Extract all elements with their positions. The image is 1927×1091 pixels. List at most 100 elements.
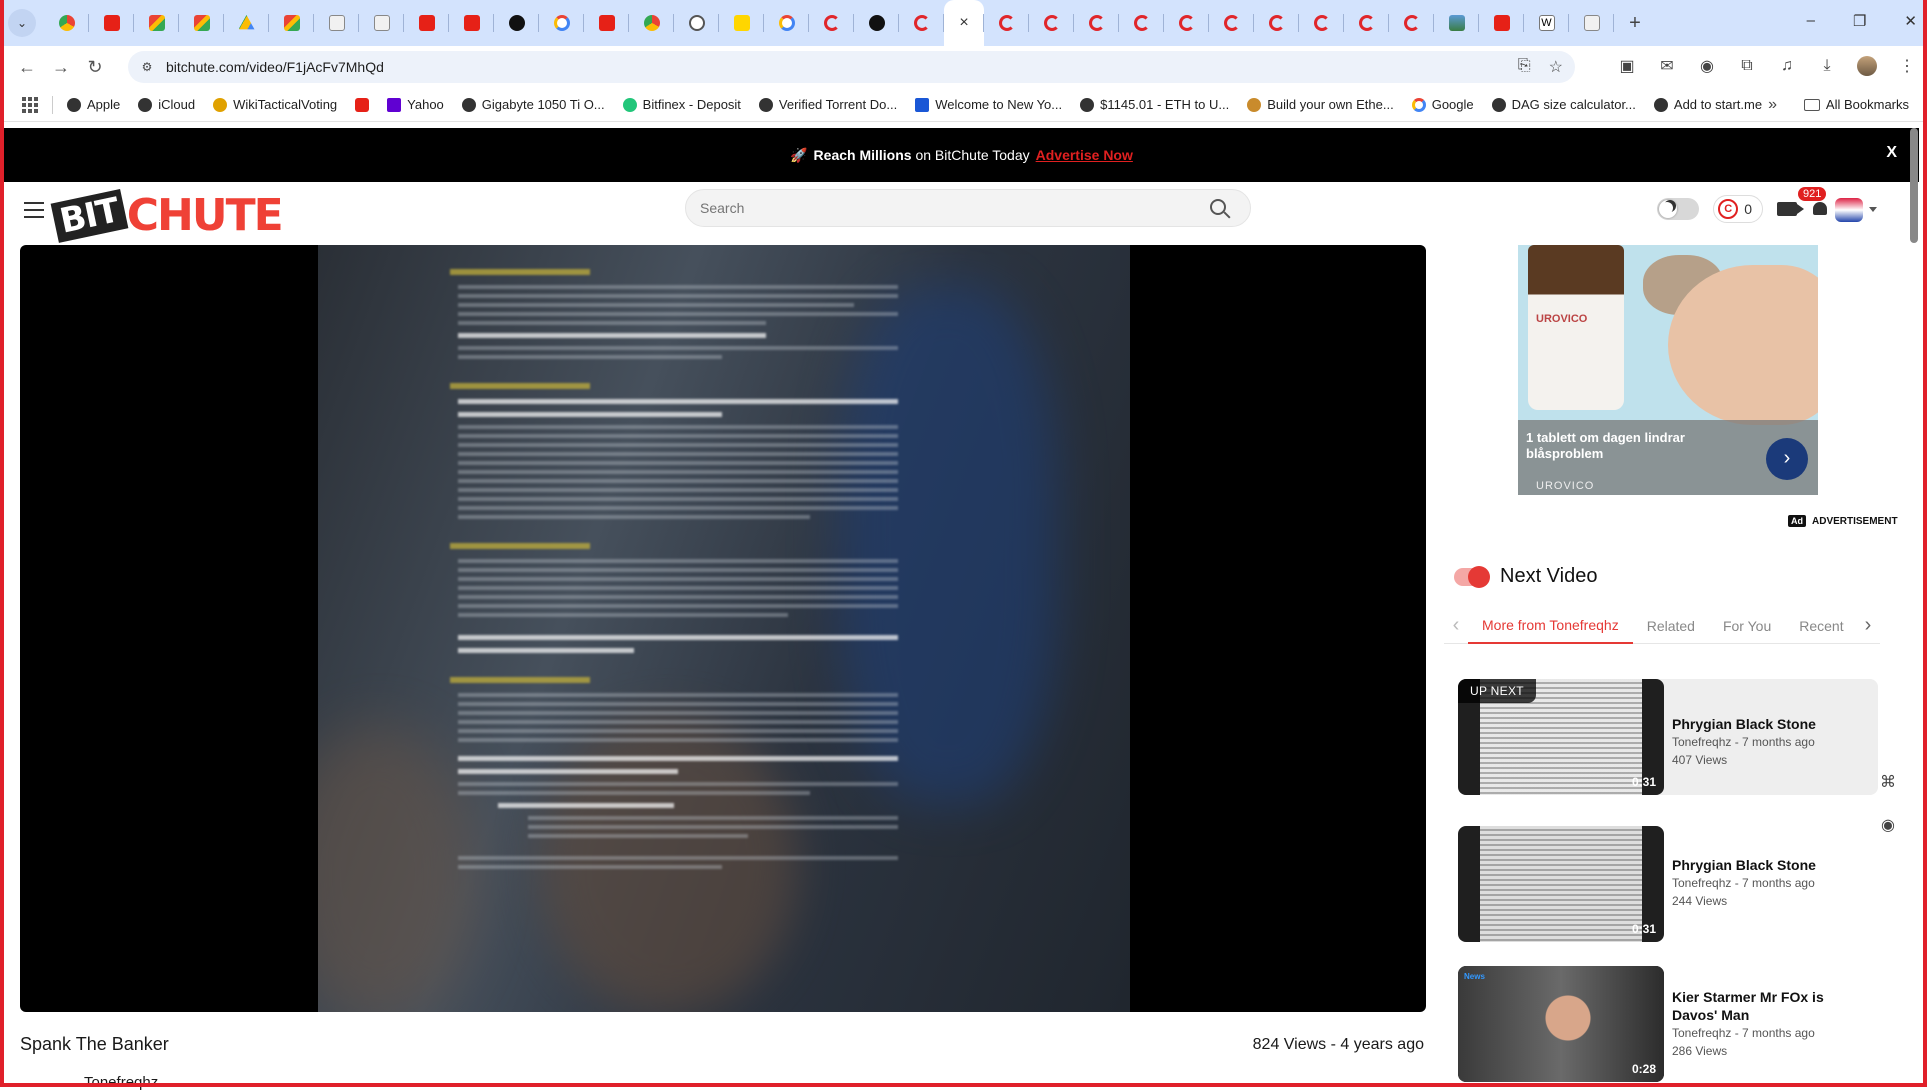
browser-tab[interactable] [449,0,494,46]
browser-tab[interactable] [984,0,1029,46]
browser-tab[interactable] [1254,0,1299,46]
close-icon[interactable]: × [959,14,968,32]
browser-tab[interactable] [494,0,539,46]
bookmark-item[interactable]: Google [1412,97,1474,112]
video-thumbnail[interactable]: UP NEXT 0:31 [1458,679,1664,795]
advertise-now-link[interactable]: Advertise Now [1036,147,1133,163]
bookmark-item[interactable]: iCloud [138,97,195,112]
restore-button[interactable]: ❐ [1853,12,1866,30]
browser-tab[interactable] [539,0,584,46]
notification-bell-icon[interactable] [1811,200,1829,218]
apps-grid-icon[interactable] [22,97,38,113]
browser-tab[interactable] [404,0,449,46]
media-control-icon[interactable]: ♫ [1777,56,1797,76]
puzzle-extensions-icon[interactable]: ⧉ [1737,56,1757,76]
browser-tab[interactable] [854,0,899,46]
browser-tab[interactable] [1074,0,1119,46]
copilot-icon[interactable]: ◉ [1697,56,1717,76]
video-card-title[interactable]: Phrygian Black Stone [1672,715,1872,733]
browser-tab-active[interactable]: × [944,0,984,46]
shortcut-icon[interactable]: ⌘ [1876,770,1900,794]
browser-tab[interactable] [1434,0,1479,46]
channel-name-link[interactable]: Tonefreqhz [84,1074,158,1091]
mail-extension-icon[interactable]: ✉ [1657,56,1677,76]
coins-counter[interactable]: C 0 [1713,195,1763,223]
copilot-float-icon[interactable]: ◉ [1876,813,1900,837]
browser-tab[interactable] [1569,0,1614,46]
search-icon[interactable] [1210,199,1226,215]
bookmark-item[interactable]: Welcome to New Yo... [915,97,1062,112]
more-bookmarks-button[interactable]: » [1768,96,1777,114]
bookmark-item[interactable]: $1145.01 - ETH to U... [1080,97,1229,112]
video-card[interactable]: UP NEXT 0:31 Phrygian Black Stone Tonefr… [1458,679,1878,795]
close-window-button[interactable]: ✕ [1904,12,1917,30]
upload-video-icon[interactable] [1777,202,1797,216]
tab-related[interactable]: Related [1633,608,1709,644]
browser-tab[interactable] [359,0,404,46]
forward-button[interactable]: → [44,57,78,78]
tab-search-button[interactable]: ⌄ [8,9,36,37]
browser-tab[interactable] [224,0,269,46]
browser-tab[interactable] [584,0,629,46]
video-thumbnail[interactable]: 0:31 [1458,826,1664,942]
autoplay-toggle[interactable] [1454,568,1488,586]
video-thumbnail[interactable]: News 0:28 [1458,966,1664,1082]
browser-tab[interactable] [314,0,359,46]
download-icon[interactable]: ⤓ [1817,56,1837,76]
browser-tab[interactable] [1209,0,1254,46]
browser-tab[interactable] [899,0,944,46]
advertisement-banner[interactable]: UROVICO 1 tablett om dagen lindrar blåsp… [1518,245,1818,495]
reload-button[interactable]: ↻ [78,57,112,78]
close-promo-button[interactable]: X [1886,144,1897,162]
browser-tab[interactable] [89,0,134,46]
browser-tab[interactable] [1479,0,1524,46]
bookmark-item[interactable]: Gigabyte 1050 Ti O... [462,97,605,112]
tab-more-from-channel[interactable]: More from Tonefreqhz [1468,608,1633,644]
video-card-title[interactable]: Kier Starmer Mr FOx is Davos' Man [1672,988,1872,1024]
browser-tab[interactable] [1119,0,1164,46]
browser-tab[interactable] [629,0,674,46]
bookmark-star-icon[interactable]: ☆ [1549,57,1563,77]
install-app-icon[interactable]: ⎘ [1518,57,1531,77]
hamburger-menu-icon[interactable] [24,202,44,218]
browser-tab[interactable] [1164,0,1209,46]
menu-dots-icon[interactable]: ⋮ [1897,56,1917,76]
browser-tab[interactable] [1389,0,1434,46]
browser-tab[interactable] [134,0,179,46]
address-bar[interactable]: ⚙ bitchute.com/video/F1jAcFv7MhQd ⎘ ☆ [128,51,1575,83]
minimize-button[interactable]: – [1807,12,1815,30]
bookmark-item[interactable]: Add to start.me [1654,97,1762,112]
bookmark-item[interactable]: Apple [67,97,120,112]
browser-tab[interactable] [1029,0,1074,46]
bookmark-item[interactable]: Verified Torrent Do... [759,97,897,112]
profile-avatar[interactable] [1857,56,1877,76]
video-card-title[interactable]: Phrygian Black Stone [1672,856,1872,874]
chevron-down-icon[interactable] [1869,207,1877,212]
browser-tab[interactable] [674,0,719,46]
browser-tab[interactable] [1299,0,1344,46]
bookmark-item[interactable]: DAG size calculator... [1492,97,1636,112]
page-scrollbar[interactable] [1910,128,1918,243]
bookmark-item[interactable]: Bitfinex - Deposit [623,97,741,112]
browser-tab[interactable] [719,0,764,46]
extension-icon[interactable]: ▣ [1617,56,1637,76]
bookmark-item[interactable]: Build your own Ethe... [1247,97,1393,112]
bitchute-logo[interactable]: BIT CHUTE [54,190,282,241]
tab-for-you[interactable]: For You [1709,608,1785,644]
browser-tab[interactable] [764,0,809,46]
chevron-right-icon[interactable]: › [1766,438,1808,480]
video-card[interactable]: 0:31 Phrygian Black Stone Tonefreqhz - 7… [1458,826,1878,942]
chevron-left-icon[interactable]: ‹ [1444,614,1468,637]
video-card[interactable]: News 0:28 Kier Starmer Mr FOx is Davos' … [1458,966,1878,1082]
user-avatar[interactable] [1835,198,1863,222]
browser-tab[interactable] [44,0,89,46]
browser-tab[interactable] [1344,0,1389,46]
bookmark-item[interactable]: Yahoo [387,97,444,112]
search-input[interactable] [700,200,1180,216]
tab-recent[interactable]: Recent [1785,608,1856,644]
video-player[interactable] [20,245,1426,1012]
back-button[interactable]: ← [10,57,44,78]
browser-tab[interactable] [809,0,854,46]
browser-tab[interactable] [179,0,224,46]
all-bookmarks-button[interactable]: All Bookmarks [1804,97,1909,112]
